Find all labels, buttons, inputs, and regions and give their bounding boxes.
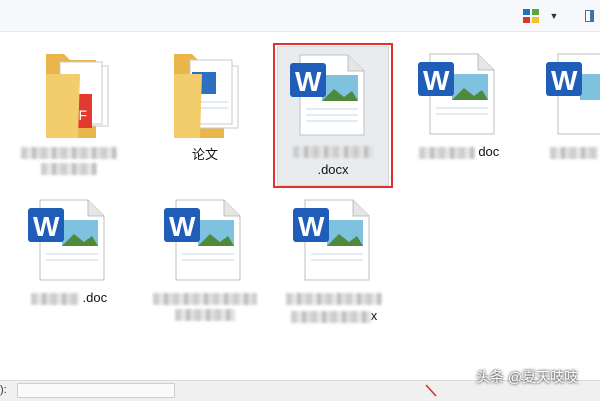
svg-text:W: W (298, 211, 325, 242)
file-list: PDF 论文 (0, 32, 600, 380)
svg-text:W: W (169, 211, 196, 242)
selection-highlight-box (273, 43, 393, 188)
word-document-icon: W (10, 194, 128, 288)
view-dropdown-button[interactable]: ▼ (545, 5, 563, 27)
file-item[interactable]: W (528, 36, 600, 176)
folder-icon (146, 48, 264, 142)
word-document-icon: W (146, 194, 264, 288)
file-name: doc (404, 144, 514, 159)
svg-text:W: W (33, 211, 60, 242)
svg-text:W: W (423, 65, 450, 96)
change-view-icon (523, 9, 539, 23)
file-item[interactable]: W .doc (10, 182, 128, 322)
status-label: ): (0, 384, 7, 396)
folder-icon: PDF (10, 48, 128, 142)
file-name (150, 290, 260, 321)
file-name (550, 144, 600, 159)
file-item[interactable]: 论文 (146, 36, 264, 176)
file-item[interactable]: W (146, 182, 264, 322)
file-item[interactable]: W x (275, 182, 393, 323)
explorer-toolbar: ▼ (0, 0, 600, 32)
svg-text:W: W (551, 65, 578, 96)
mouse-cursor-icon (425, 384, 437, 397)
preview-pane-button[interactable] (580, 5, 598, 27)
word-document-icon: W (400, 48, 518, 142)
preview-pane-icon (584, 10, 594, 22)
status-field[interactable] (17, 383, 175, 398)
file-item[interactable]: W doc (400, 36, 518, 176)
watermark: 头条 @夏天吱吱 (476, 369, 579, 385)
word-document-icon: W (275, 194, 393, 288)
file-name: .doc (14, 290, 124, 305)
file-name (14, 144, 124, 175)
word-document-icon: W (528, 48, 600, 142)
file-name: x (279, 290, 389, 323)
file-item[interactable]: PDF (10, 36, 128, 176)
file-name: 论文 (191, 147, 218, 162)
chevron-down-icon: ▼ (549, 11, 559, 21)
change-view-button[interactable] (520, 5, 542, 27)
